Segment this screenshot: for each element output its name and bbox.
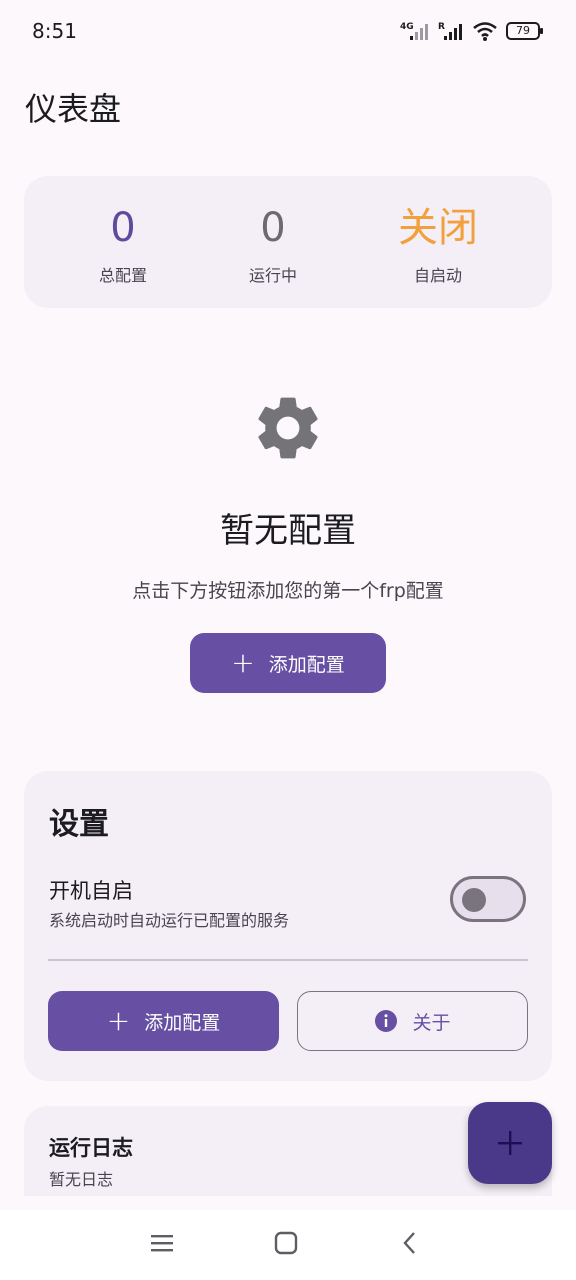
svg-text:4G: 4G bbox=[400, 22, 414, 32]
svg-text:R: R bbox=[438, 22, 445, 32]
fab-add-button[interactable] bbox=[468, 1102, 552, 1184]
logs-title: 运行日志 bbox=[49, 1136, 133, 1160]
logs-empty-text: 暂无日志 bbox=[49, 1170, 114, 1189]
stat-value: 0 bbox=[110, 205, 136, 251]
menu-nav-button[interactable] bbox=[142, 1228, 182, 1258]
divider bbox=[48, 959, 528, 961]
autostart-description: 系统启动时自动运行已配置的服务 bbox=[49, 911, 290, 930]
info-icon bbox=[375, 1010, 398, 1032]
add-config-label: 添加配置 bbox=[268, 653, 345, 676]
about-label: 关于 bbox=[412, 1011, 451, 1034]
stat-value: 关闭 bbox=[398, 205, 478, 251]
plus-icon: + bbox=[231, 646, 255, 679]
stat-total-configs: 0 总配置 bbox=[53, 202, 193, 286]
stat-label: 自启动 bbox=[413, 266, 462, 285]
autostart-toggle[interactable] bbox=[450, 876, 526, 922]
menu-icon bbox=[151, 1235, 173, 1252]
plus-icon: + bbox=[106, 1004, 131, 1037]
page-title: 仪表盘 bbox=[25, 90, 122, 128]
autostart-label: 开机自启 bbox=[49, 879, 133, 903]
empty-state-description: 点击下方按钮添加您的第一个frp配置 bbox=[132, 580, 444, 602]
stat-running: 0 运行中 bbox=[203, 202, 343, 286]
battery-indicator: 79 bbox=[506, 22, 543, 40]
wifi-icon bbox=[473, 22, 497, 41]
stat-value: 0 bbox=[260, 205, 286, 251]
back-icon bbox=[403, 1232, 415, 1254]
settings-add-config-button[interactable]: + 添加配置 bbox=[48, 991, 279, 1051]
status-time: 8:51 bbox=[32, 19, 77, 43]
settings-card: 设置 开机自启 系统启动时自动运行已配置的服务 + 添加配置 关于 bbox=[24, 771, 552, 1081]
stat-label: 总配置 bbox=[98, 266, 147, 285]
stats-card: 0 总配置 0 运行中 关闭 自启动 bbox=[24, 176, 552, 308]
home-icon bbox=[274, 1231, 298, 1255]
settings-add-config-label: 添加配置 bbox=[144, 1011, 221, 1034]
cellular-4g-icon: 4G bbox=[400, 22, 428, 40]
status-bar: 8:51 4G R 79 bbox=[0, 0, 576, 64]
back-nav-button[interactable] bbox=[390, 1228, 430, 1258]
cellular-roaming-icon: R bbox=[438, 22, 462, 40]
gear-icon bbox=[258, 397, 318, 459]
system-navigation-bar bbox=[0, 1210, 576, 1280]
add-config-button[interactable]: + 添加配置 bbox=[190, 633, 386, 693]
stat-label: 运行中 bbox=[248, 266, 297, 285]
settings-title: 设置 bbox=[49, 807, 109, 842]
stat-autostart: 关闭 自启动 bbox=[368, 202, 508, 286]
status-icons: 4G R 79 bbox=[400, 20, 543, 42]
plus-icon bbox=[498, 1131, 522, 1155]
about-button[interactable]: 关于 bbox=[297, 991, 528, 1051]
toggle-thumb bbox=[462, 888, 486, 912]
home-nav-button[interactable] bbox=[266, 1228, 306, 1258]
empty-state-title: 暂无配置 bbox=[220, 511, 356, 551]
